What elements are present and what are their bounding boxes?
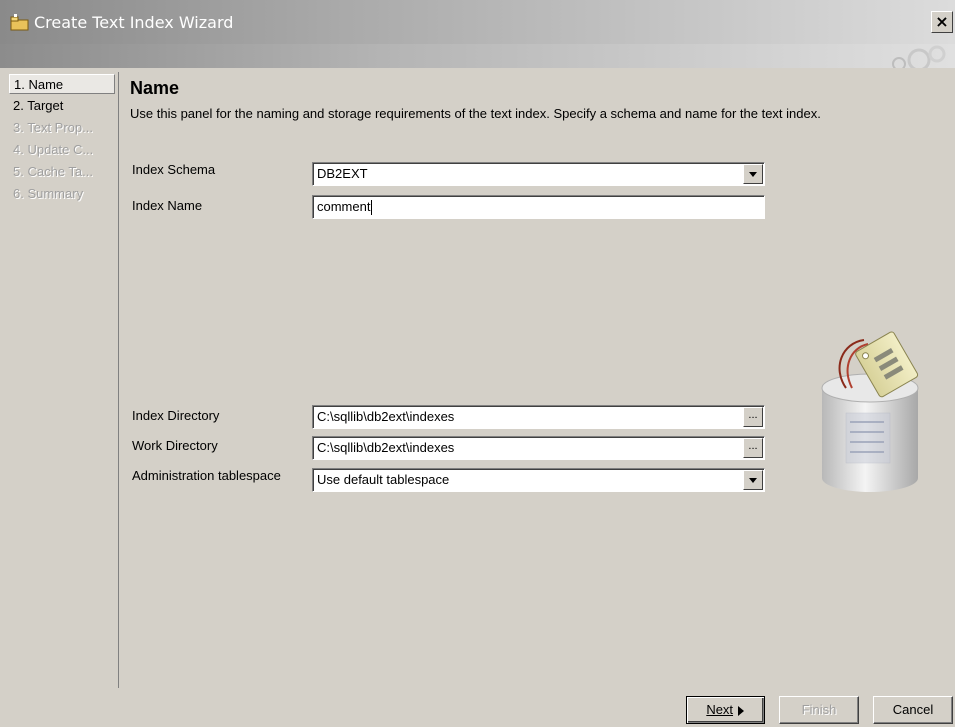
index-schema-select[interactable]: DB2EXT (312, 162, 765, 186)
admin-tablespace-value: Use default tablespace (317, 472, 450, 487)
page-title: Name (130, 78, 180, 98)
main-panel: Name Use this panel for the naming and s… (119, 68, 955, 688)
triangle-right-icon (737, 705, 744, 716)
work-directory-browse-button[interactable]: ... (743, 438, 763, 458)
window-title: Create Text Index Wizard (34, 13, 234, 32)
chevron-down-icon[interactable] (743, 164, 763, 184)
work-directory-field[interactable]: C:\sqllib\db2ext\indexes ... (312, 436, 765, 460)
index-schema-label: Index Schema (132, 162, 216, 177)
database-cylinder-icon (821, 331, 919, 492)
sidebar-item-target[interactable]: 2. Target (9, 96, 115, 116)
wizard-banner (0, 44, 955, 68)
finish-button: Finish (779, 696, 859, 724)
sidebar-item-update: 4. Update C... (13, 142, 94, 157)
sidebar-item-cache-table: 5. Cache Ta... (13, 164, 93, 179)
index-name-input[interactable]: comment (312, 195, 765, 219)
index-name-value: comment (317, 199, 371, 214)
index-directory-field[interactable]: C:\sqllib\db2ext\indexes ... (312, 405, 765, 429)
sidebar-item-name[interactable]: 1. Name (9, 74, 115, 94)
next-button-label: Next (706, 702, 734, 717)
index-directory-value: C:\sqllib\db2ext\indexes (317, 409, 455, 424)
admin-tablespace-label: Administration tablespace (132, 468, 281, 483)
wizard-icon (10, 14, 29, 31)
next-button[interactable]: Next (686, 696, 765, 724)
wizard-footer: Next Finish Cancel (0, 688, 955, 727)
index-schema-value: DB2EXT (317, 166, 368, 181)
title-bar: Create Text Index Wizard × (0, 0, 955, 44)
page-description: Use this panel for the naming and storag… (130, 106, 821, 121)
index-directory-browse-button[interactable]: ... (743, 407, 763, 427)
text-caret (371, 200, 373, 216)
cancel-button[interactable]: Cancel (873, 696, 953, 724)
index-directory-label: Index Directory (132, 408, 220, 423)
gears-decoration-icon (892, 45, 946, 68)
work-directory-label: Work Directory (132, 438, 218, 453)
index-name-label: Index Name (132, 198, 203, 213)
admin-tablespace-select[interactable]: Use default tablespace (312, 468, 765, 492)
sidebar-item-summary: 6. Summary (13, 186, 84, 201)
chevron-down-icon[interactable] (743, 470, 763, 490)
work-directory-value: C:\sqllib\db2ext\indexes (317, 440, 455, 455)
close-button[interactable]: × (931, 11, 953, 33)
sidebar-item-text-properties: 3. Text Prop... (13, 120, 93, 135)
wizard-steps-sidebar: 1. Name 2. Target 3. Text Prop... 4. Upd… (9, 72, 119, 688)
